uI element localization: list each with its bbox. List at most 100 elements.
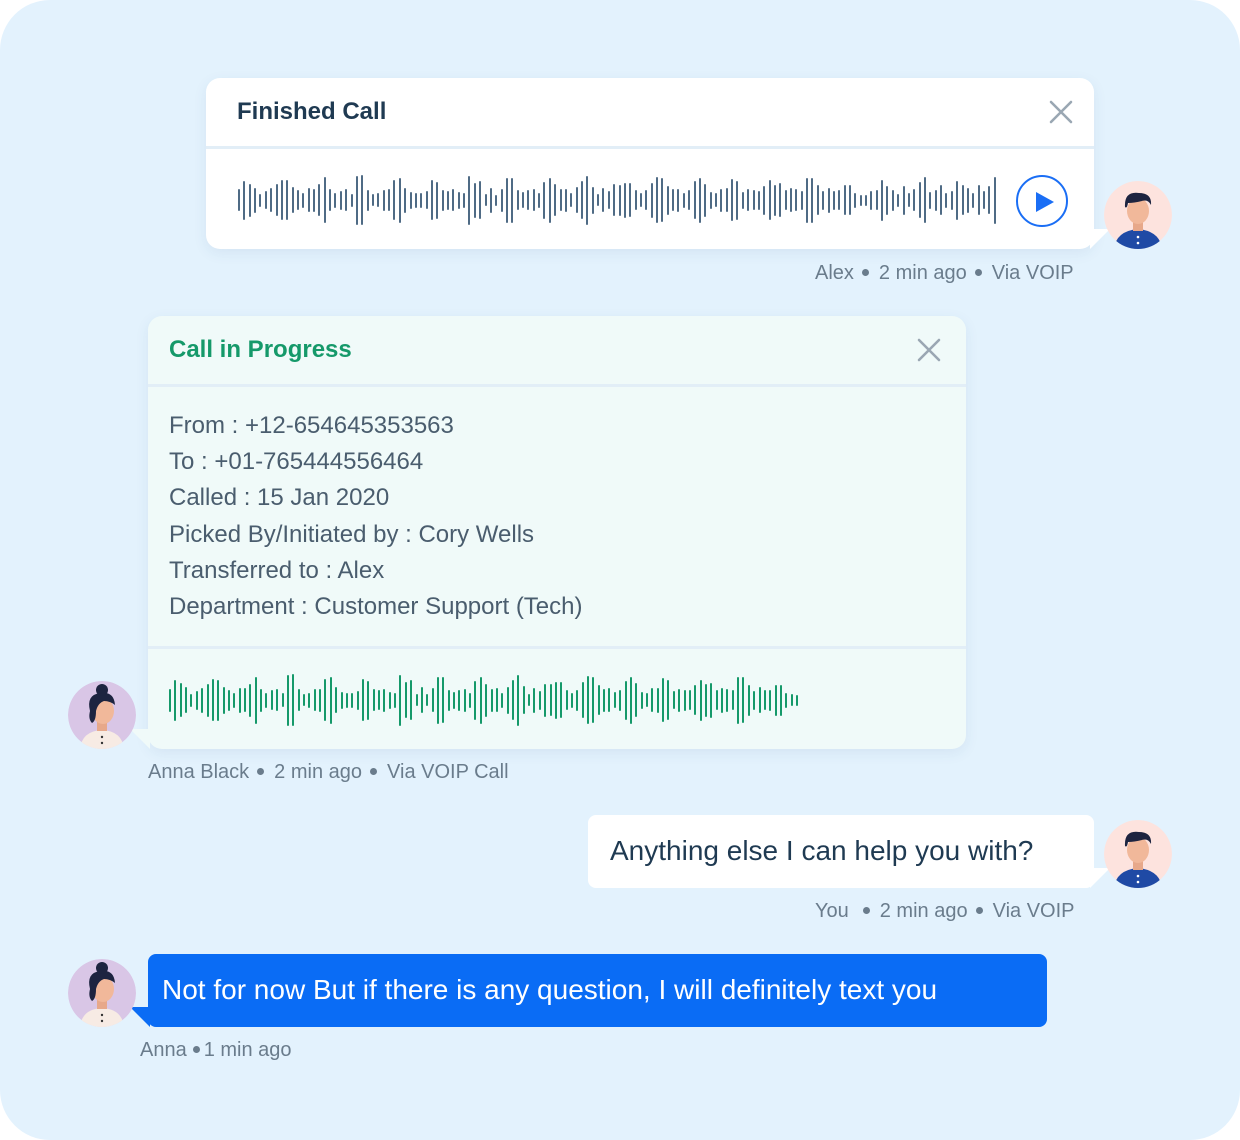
waveform-bar xyxy=(361,679,364,721)
waveform-bar xyxy=(886,185,889,215)
channel-label: Via VOIP Call xyxy=(387,761,509,783)
waveform-bar xyxy=(811,177,814,223)
waveform-bar xyxy=(394,692,397,708)
waveform-bar xyxy=(490,688,493,712)
waveform-bar xyxy=(420,687,423,713)
play-button[interactable] xyxy=(1016,175,1068,227)
close-icon[interactable] xyxy=(1049,100,1073,124)
waveform-bar xyxy=(217,679,220,721)
waveform-bar xyxy=(297,689,300,711)
waveform-bar xyxy=(420,192,423,208)
waveform-bar xyxy=(254,187,257,213)
waveform-bar xyxy=(779,684,782,716)
detail-called: Called : 15 Jan 2020 xyxy=(169,484,390,512)
finished-call-card: Finished Call xyxy=(206,78,1094,249)
waveform-bar xyxy=(950,190,953,210)
waveform-bar xyxy=(528,694,531,706)
waveform-bar xyxy=(457,191,460,209)
waveform-bar xyxy=(575,187,578,213)
waveform-bar xyxy=(382,189,385,211)
message-meta: You 2 min ago Via VOIP xyxy=(815,900,1075,923)
waveform-bar xyxy=(538,192,541,208)
waveform-bar xyxy=(934,189,937,211)
waveform-bar xyxy=(698,177,701,223)
waveform-bar xyxy=(532,189,535,211)
waveform-bar xyxy=(650,182,653,218)
waveform-bar xyxy=(522,686,525,714)
waveform-bar xyxy=(736,180,739,220)
waveform-bar xyxy=(918,182,921,218)
female-avatar-icon xyxy=(68,959,136,1027)
waveform-bar xyxy=(548,177,551,223)
waveform-bar xyxy=(436,181,439,219)
waveform-bar xyxy=(489,187,492,213)
waveform-bar xyxy=(179,683,182,717)
chat-canvas: Finished Call Alex 2 min ago Via VOIP Call… xyxy=(0,0,1240,1140)
waveform-bar xyxy=(248,183,251,217)
waveform-bar xyxy=(747,684,750,716)
close-icon[interactable] xyxy=(917,338,941,362)
waveform-bar xyxy=(619,689,622,711)
waveform-bar xyxy=(715,690,718,710)
avatar[interactable] xyxy=(68,681,136,749)
waveform-bar xyxy=(924,177,926,223)
waveform-bar xyxy=(645,693,648,707)
audio-waveform[interactable] xyxy=(169,674,801,726)
waveform-bar xyxy=(694,685,697,715)
waveform-bar xyxy=(613,184,616,216)
waveform-bar xyxy=(398,177,401,223)
waveform-bar xyxy=(190,693,193,707)
waveform-bar xyxy=(329,189,332,211)
waveform-bar xyxy=(361,175,364,225)
message-meta: Anna 1 min ago xyxy=(140,1039,292,1062)
waveform-bar xyxy=(409,191,412,209)
waveform-bar xyxy=(752,190,755,210)
waveform-bar xyxy=(436,676,439,724)
waveform-bar xyxy=(623,182,626,218)
card-title: Finished Call xyxy=(237,98,387,125)
waveform-bar xyxy=(753,690,756,710)
waveform-bar xyxy=(757,190,760,210)
waveform-bar xyxy=(704,683,707,717)
waveform-bar xyxy=(458,689,461,711)
waveform-bar xyxy=(430,180,433,220)
waveform-bar xyxy=(678,688,681,712)
waveform-bar xyxy=(586,175,589,225)
waveform-bar xyxy=(415,694,418,706)
waveform-bar xyxy=(661,178,664,222)
waveform-bar xyxy=(244,688,247,712)
waveform-bar xyxy=(292,674,295,726)
waveform-bar xyxy=(977,185,980,215)
waveform-bar xyxy=(174,679,177,721)
detail-transferred-to: Transferred to : Alex xyxy=(169,556,385,584)
avatar[interactable] xyxy=(1104,820,1172,888)
waveform-bar xyxy=(972,192,975,208)
waveform-bar xyxy=(259,193,262,207)
avatar[interactable] xyxy=(1104,181,1172,249)
waveform-bar xyxy=(587,676,590,724)
audio-waveform[interactable] xyxy=(238,175,999,225)
waveform-bar xyxy=(399,674,402,726)
waveform-bar xyxy=(554,681,557,719)
waveform-bar xyxy=(222,686,225,714)
waveform-bar xyxy=(779,183,782,217)
avatar[interactable] xyxy=(68,959,136,1027)
waveform-bar xyxy=(773,184,776,216)
waveform-bar xyxy=(629,183,632,217)
waveform-bar xyxy=(195,690,198,710)
waveform-bar xyxy=(956,180,959,220)
waveform-bar xyxy=(505,177,508,223)
timestamp: 1 min ago xyxy=(203,1039,292,1061)
waveform-bar xyxy=(307,188,310,212)
waveform-bar xyxy=(656,687,659,713)
waveform-bar xyxy=(640,691,643,709)
waveform-bar xyxy=(790,188,793,212)
waveform-bar xyxy=(843,185,846,215)
waveform-bar xyxy=(940,185,943,215)
waveform-bar xyxy=(710,682,713,718)
waveform-bar xyxy=(425,191,428,209)
waveform-bar xyxy=(827,187,830,213)
waveform-bar xyxy=(607,191,610,209)
waveform-bar xyxy=(682,192,685,208)
waveform-bar xyxy=(758,687,761,713)
